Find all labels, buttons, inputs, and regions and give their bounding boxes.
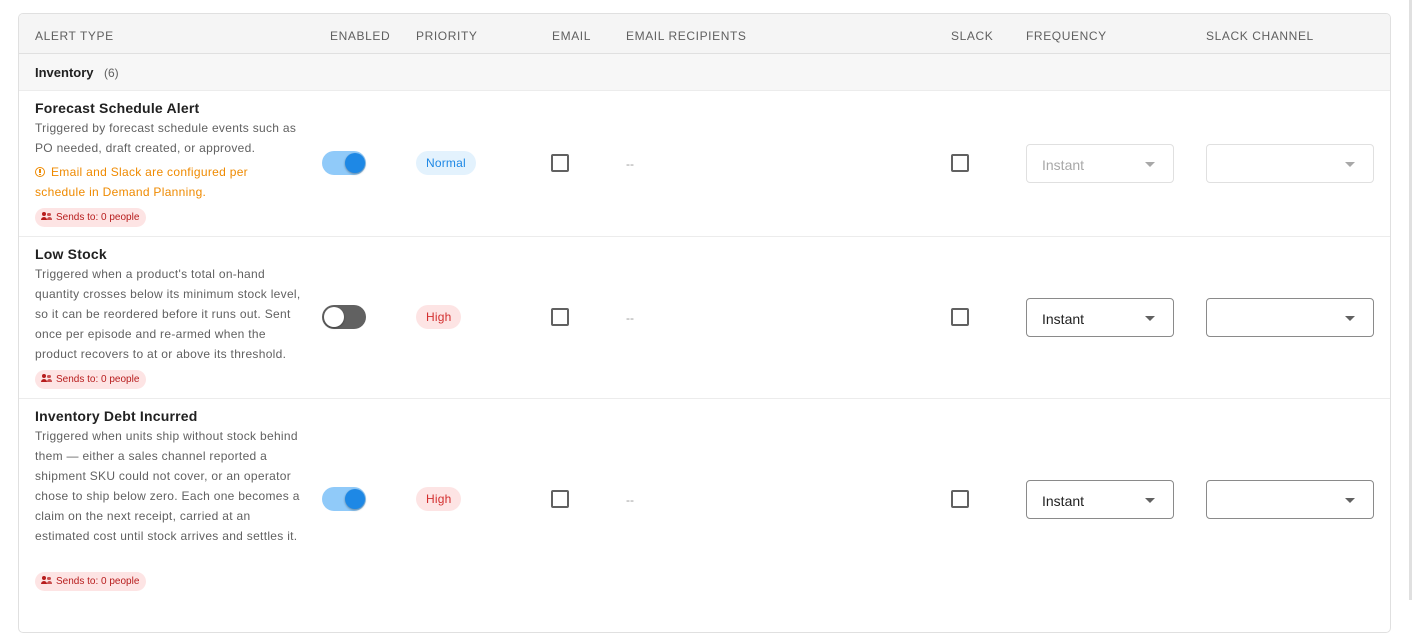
priority-chip[interactable]: High: [416, 305, 462, 329]
column-header-email[interactable]: EMAIL: [552, 29, 591, 43]
email-recipients: --: [626, 311, 634, 325]
email-checkbox[interactable]: [551, 308, 569, 326]
slack-checkbox[interactable]: [951, 308, 969, 326]
table-header: ALERT TYPE ENABLED PRIORITY EMAIL EMAIL …: [19, 14, 1390, 54]
people-icon: [41, 374, 52, 382]
warning-icon: [35, 167, 45, 177]
email-checkbox[interactable]: [551, 490, 569, 508]
sends-to-badge[interactable]: Sends to: 0 people: [35, 370, 147, 389]
chevron-down-icon: [1145, 316, 1155, 321]
people-icon: [41, 576, 52, 584]
slack-channel-select[interactable]: [1206, 144, 1374, 183]
enabled-toggle[interactable]: [321, 305, 367, 329]
chevron-down-icon: [1345, 162, 1355, 167]
frequency-select[interactable]: Instant: [1026, 144, 1174, 183]
group-count: (6): [104, 66, 119, 80]
email-checkbox[interactable]: [551, 154, 569, 172]
chevron-down-icon: [1345, 498, 1355, 503]
alert-description: Triggered when units ship without stock …: [35, 429, 300, 543]
slack-checkbox[interactable]: [951, 490, 969, 508]
frequency-value: Instant: [1042, 311, 1085, 327]
column-header-enabled[interactable]: ENABLED: [330, 29, 390, 43]
column-header-slack[interactable]: SLACK: [951, 29, 993, 43]
alert-title: Low Stock: [35, 246, 107, 262]
chevron-down-icon: [1145, 162, 1155, 167]
enabled-toggle[interactable]: [321, 487, 367, 511]
chevron-down-icon: [1145, 498, 1155, 503]
sends-to-badge[interactable]: Sends to: 0 people: [35, 572, 147, 591]
group-name: Inventory: [35, 65, 94, 80]
column-header-frequency[interactable]: FREQUENCY: [1026, 29, 1107, 43]
people-icon: [41, 212, 52, 220]
alert-warning: Email and Slack are configured per sched…: [35, 162, 285, 202]
sends-to-label: Sends to: 0 people: [56, 576, 140, 587]
column-header-email-recipients[interactable]: EMAIL RECIPIENTS: [626, 29, 747, 43]
alert-title: Inventory Debt Incurred: [35, 408, 198, 424]
frequency-value: Instant: [1042, 493, 1085, 509]
table-row: Forecast Schedule Alert Triggered by for…: [19, 91, 1390, 237]
column-header-slack-channel[interactable]: SLACK CHANNEL: [1206, 29, 1314, 43]
priority-chip[interactable]: Normal: [416, 151, 476, 175]
alert-description: Triggered by forecast schedule events su…: [35, 121, 297, 155]
frequency-select[interactable]: Instant: [1026, 298, 1174, 337]
chevron-down-icon: [1345, 316, 1355, 321]
sends-to-label: Sends to: 0 people: [56, 374, 140, 385]
slack-channel-select[interactable]: [1206, 298, 1374, 337]
group-row-inventory[interactable]: Inventory (6): [19, 54, 1390, 91]
frequency-select[interactable]: Instant: [1026, 480, 1174, 519]
alerts-table: ALERT TYPE ENABLED PRIORITY EMAIL EMAIL …: [18, 13, 1391, 633]
alert-warning-text: Email and Slack are configured per sched…: [35, 165, 248, 199]
table-row: Low Stock Triggered when a product's tot…: [19, 237, 1390, 399]
slack-checkbox[interactable]: [951, 154, 969, 172]
priority-chip[interactable]: High: [416, 487, 462, 511]
enabled-toggle[interactable]: [321, 151, 367, 175]
email-recipients: --: [626, 157, 634, 171]
sends-to-label: Sends to: 0 people: [56, 212, 140, 223]
alert-description: Triggered when a product's total on-hand…: [35, 267, 301, 361]
column-header-priority[interactable]: PRIORITY: [416, 29, 477, 43]
sends-to-badge[interactable]: Sends to: 0 people: [35, 208, 147, 227]
frequency-value: Instant: [1042, 157, 1085, 173]
table-row: Inventory Debt Incurred Triggered when u…: [19, 399, 1390, 632]
email-recipients: --: [626, 493, 634, 507]
column-header-alert-type[interactable]: ALERT TYPE: [35, 29, 114, 43]
alert-title: Forecast Schedule Alert: [35, 100, 200, 116]
slack-channel-select[interactable]: [1206, 480, 1374, 519]
